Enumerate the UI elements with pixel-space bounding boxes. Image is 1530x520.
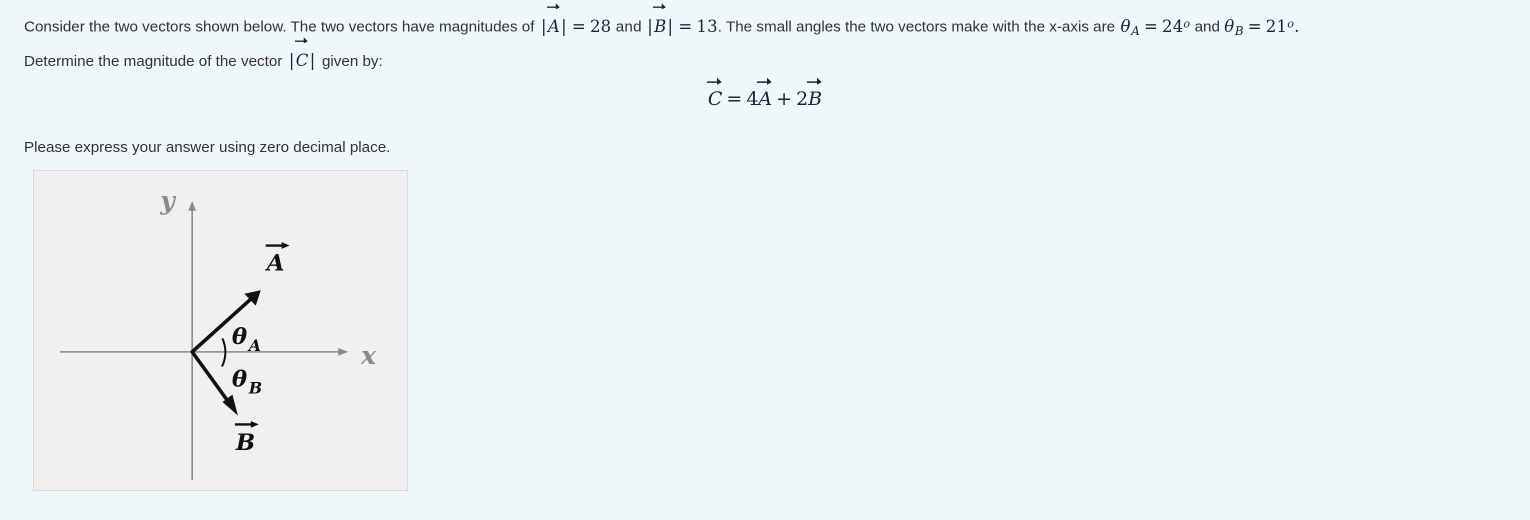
- theta-a-subscript: A: [247, 336, 261, 355]
- theta-b-subscript: B: [248, 379, 262, 398]
- theta-a-value: 24: [1162, 16, 1184, 36]
- statement-and-1: and: [615, 18, 642, 36]
- vector-a-label-arrowhead-icon: [281, 242, 290, 249]
- equation-vector-a: A: [757, 78, 773, 110]
- magnitude-c-expression: | C|: [282, 37, 322, 71]
- display-equation: C = 4 A +2 B: [0, 78, 1530, 110]
- magnitude-b-value: 13: [696, 16, 718, 36]
- problem-statement: Consider the two vectors shown below. Th…: [24, 3, 1514, 77]
- magnitude-b-expression: | B| = 13: [646, 3, 718, 37]
- equation-a-letter: A: [758, 88, 773, 110]
- equals-sign: =: [1143, 16, 1158, 36]
- vector-diagram: y x A B θ A θ B: [60, 186, 377, 481]
- equation-coefficient-a: 4: [746, 88, 759, 110]
- theta-b-value: 21: [1265, 16, 1288, 36]
- theta-b-expression: θB = 21o.: [1224, 16, 1300, 38]
- statement-line-1-text-b: . The small angles the two vectors make …: [717, 18, 1116, 36]
- statement-line-1-text-a: Consider the two vectors shown below. Th…: [24, 18, 535, 36]
- equation-c-letter: C: [707, 88, 723, 110]
- theta-b-label: θ: [232, 367, 248, 393]
- x-axis-label: x: [360, 341, 377, 370]
- vector-b-line: [190, 350, 231, 405]
- vector-arrow-icon: [653, 1, 667, 10]
- equals-sign: =: [571, 16, 586, 36]
- statement-line-2-text-a: Determine the magnitude of the vector: [24, 52, 283, 70]
- theta-a-subscript: A: [1131, 23, 1140, 38]
- vector-a-letter: A: [547, 16, 560, 36]
- magnitude-a-expression: | A| = 28: [534, 3, 612, 37]
- equation-vector-b: B: [807, 78, 823, 110]
- y-axis-label: y: [159, 186, 176, 215]
- equation-lhs-vector-c: C: [707, 78, 723, 110]
- equation-coefficient-b: 2: [796, 88, 809, 110]
- equation-plus: +: [776, 88, 793, 110]
- magnitude-a-value: 28: [589, 16, 612, 36]
- theta-a-symbol: θ: [1120, 16, 1131, 36]
- vector-b-symbol: B: [653, 3, 667, 42]
- x-axis-arrow-icon: [338, 348, 349, 356]
- vector-b-letter: B: [654, 16, 667, 36]
- y-axis-arrow-icon: [188, 200, 196, 211]
- vector-b-label: B: [235, 430, 255, 456]
- theta-a-label-group: θ A: [232, 324, 261, 355]
- problem-page: Consider the two vectors shown below. Th…: [0, 0, 1530, 520]
- answer-instruction: Please express your answer using zero de…: [24, 139, 391, 156]
- statement-line-1: Consider the two vectors shown below. Th…: [24, 3, 1514, 46]
- vector-a-label: A: [265, 250, 285, 276]
- statement-period: .: [1294, 16, 1300, 36]
- statement-and-2: and: [1194, 18, 1220, 36]
- equation-b-letter: B: [808, 88, 823, 110]
- equals-sign: =: [678, 16, 693, 36]
- vector-c-letter: C: [295, 50, 309, 70]
- theta-b-label-group: θ B: [232, 367, 262, 398]
- equals-sign: =: [1247, 16, 1262, 36]
- vector-c-symbol: C: [295, 37, 309, 76]
- vector-b-label-arrowhead-icon: [250, 421, 259, 428]
- vector-a-label-group: A: [265, 242, 290, 276]
- theta-a-expression: θA = 24o: [1115, 16, 1191, 38]
- vector-arrow-icon: [546, 1, 561, 10]
- theta-a-label: θ: [232, 324, 248, 350]
- theta-b-subscript: B: [1234, 23, 1244, 38]
- equation-equals: =: [726, 88, 743, 110]
- vector-b-label-group: B: [235, 421, 259, 456]
- vector-a-symbol: A: [546, 3, 560, 42]
- statement-line-2: Determine the magnitude of the vector | C…: [24, 37, 1514, 77]
- theta-b-symbol: θ: [1224, 16, 1235, 36]
- statement-line-2-text-b: given by:: [321, 52, 383, 70]
- vector-diagram-panel: y x A B θ A θ B: [33, 170, 408, 491]
